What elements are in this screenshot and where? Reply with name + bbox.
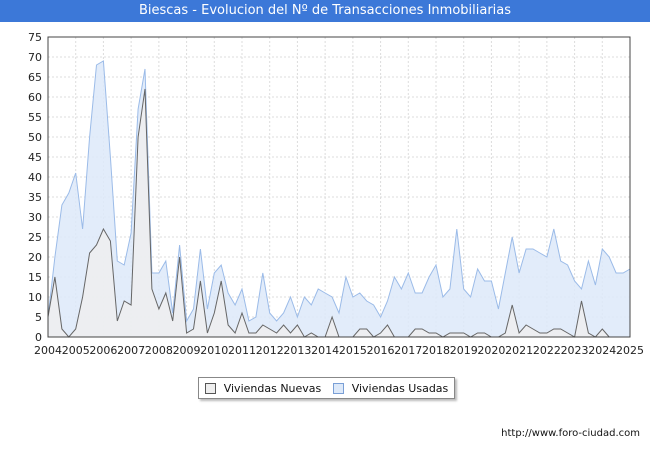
y-tick-label: 65 <box>28 71 42 84</box>
x-tick-label: 2020 <box>477 344 505 357</box>
y-tick-label: 60 <box>28 91 42 104</box>
x-tick-label: 2017 <box>394 344 422 357</box>
x-tick-label: 2009 <box>173 344 201 357</box>
x-tick-label: 2016 <box>367 344 395 357</box>
y-tick-label: 30 <box>28 211 42 224</box>
legend-swatch-nuevas <box>204 382 216 394</box>
y-tick-label: 20 <box>28 251 42 264</box>
x-tick-label: 2010 <box>200 344 228 357</box>
y-tick-label: 55 <box>28 111 42 124</box>
y-tick-label: 35 <box>28 191 42 204</box>
x-tick-label: 2015 <box>339 344 367 357</box>
x-tick-label: 2008 <box>145 344 173 357</box>
y-tick-label: 75 <box>28 31 42 44</box>
legend-label-nuevas: Viviendas Nuevas <box>223 381 322 395</box>
legend: Viviendas Nuevas Viviendas Usadas <box>198 377 455 399</box>
x-tick-label: 2014 <box>311 344 339 357</box>
x-tick-label: 2013 <box>283 344 311 357</box>
x-tick-label: 2012 <box>256 344 284 357</box>
y-tick-label: 25 <box>28 231 42 244</box>
y-tick-label: 0 <box>35 331 42 344</box>
y-tick-label: 50 <box>28 131 42 144</box>
x-tick-label: 2021 <box>505 344 533 357</box>
x-tick-label: 2025 <box>616 344 644 357</box>
x-tick-label: 2006 <box>89 344 117 357</box>
x-tick-label: 2019 <box>450 344 478 357</box>
x-tick-label: 2023 <box>561 344 589 357</box>
x-tick-label: 2005 <box>62 344 90 357</box>
legend-swatch-usadas <box>332 382 344 394</box>
x-tick-label: 2024 <box>588 344 616 357</box>
x-tick-label: 2007 <box>117 344 145 357</box>
y-tick-label: 70 <box>28 51 42 64</box>
x-tick-label: 2018 <box>422 344 450 357</box>
x-tick-label: 2011 <box>228 344 256 357</box>
source-text: http://www.foro-ciudad.com <box>501 428 640 439</box>
y-tick-label: 40 <box>28 171 42 184</box>
y-tick-label: 5 <box>35 311 42 324</box>
legend-label-usadas: Viviendas Usadas <box>351 381 449 395</box>
y-tick-label: 15 <box>28 271 42 284</box>
y-tick-label: 10 <box>28 291 42 304</box>
legend-item-nuevas: Viviendas Nuevas <box>204 381 322 395</box>
legend-item-usadas: Viviendas Usadas <box>332 381 449 395</box>
x-tick-label: 2022 <box>533 344 561 357</box>
y-tick-label: 45 <box>28 151 42 164</box>
x-tick-label: 2004 <box>34 344 62 357</box>
